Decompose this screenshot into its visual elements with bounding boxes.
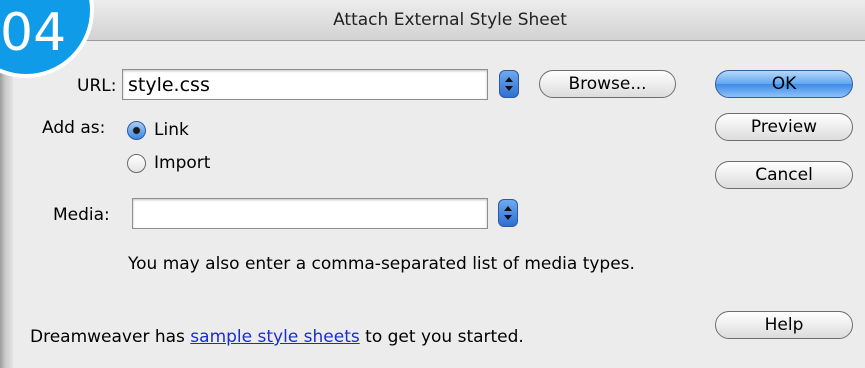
browse-button[interactable]: Browse... bbox=[539, 70, 676, 98]
import-radio-label: Import bbox=[154, 153, 211, 173]
footer-prefix: Dreamweaver has bbox=[30, 327, 191, 347]
help-button[interactable]: Help bbox=[715, 311, 853, 339]
link-radio-label: Link bbox=[154, 120, 189, 140]
window-title: Attach External Style Sheet bbox=[333, 10, 567, 30]
stepper-arrows-icon bbox=[504, 206, 512, 220]
footer-suffix: to get you started. bbox=[359, 327, 524, 347]
media-stepper[interactable] bbox=[498, 199, 518, 227]
title-bar: Attach External Style Sheet bbox=[0, 0, 865, 41]
ok-button[interactable]: OK bbox=[715, 70, 853, 98]
import-radio[interactable] bbox=[127, 154, 146, 173]
media-hint: You may also enter a comma-separated lis… bbox=[128, 254, 635, 274]
preview-button[interactable]: Preview bbox=[715, 113, 853, 141]
media-label: Media: bbox=[53, 205, 110, 225]
link-radio[interactable] bbox=[127, 121, 146, 140]
url-input[interactable]: style.css bbox=[122, 69, 488, 100]
add-as-label: Add as: bbox=[42, 118, 106, 138]
url-stepper[interactable] bbox=[499, 70, 519, 98]
step-number: 04 bbox=[0, 3, 67, 63]
window-left-edge bbox=[0, 40, 13, 368]
url-label: URL: bbox=[77, 76, 117, 96]
stepper-arrows-icon bbox=[505, 77, 513, 91]
cancel-button[interactable]: Cancel bbox=[715, 161, 853, 189]
sample-style-sheets-link[interactable]: sample style sheets bbox=[190, 327, 359, 347]
footer-text: Dreamweaver has sample style sheets to g… bbox=[30, 327, 524, 347]
media-input[interactable] bbox=[132, 198, 488, 229]
